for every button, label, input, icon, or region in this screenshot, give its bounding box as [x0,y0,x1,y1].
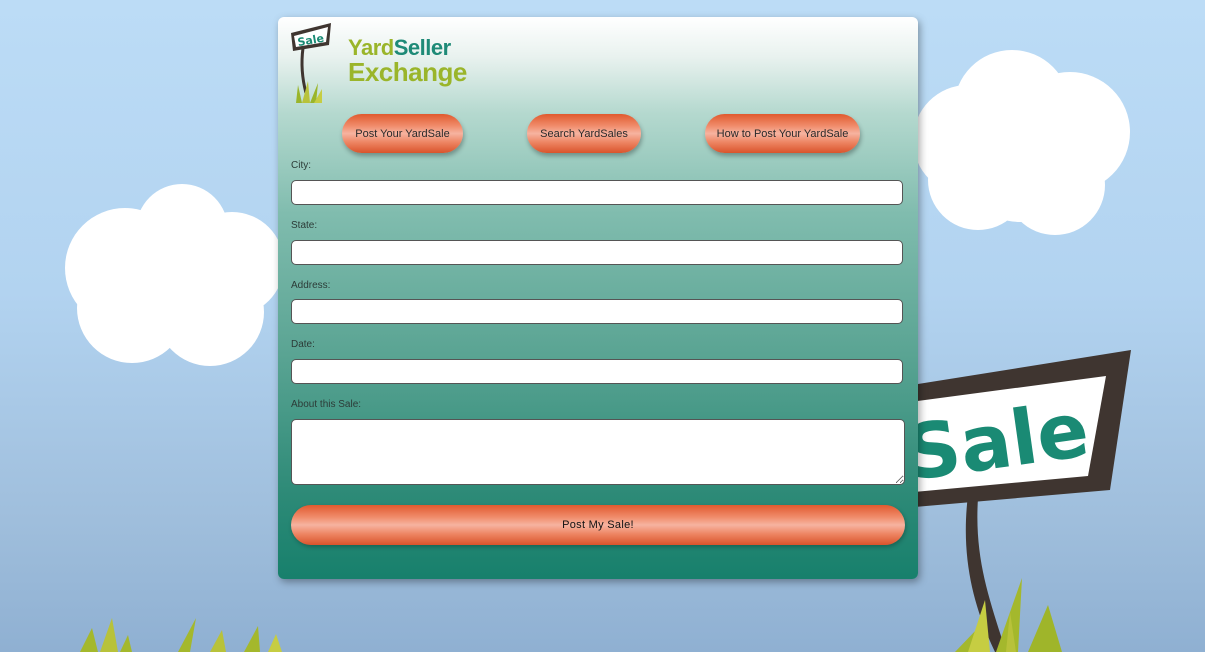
post-my-sale-button[interactable]: Post My Sale! [291,505,905,545]
logo-word-exchange: Exchange [348,57,467,87]
cloud-left [65,184,284,366]
how-to-post-button[interactable]: How to Post Your YardSale [705,114,860,153]
site-logo[interactable]: Sale YardSeller Exchange [288,23,467,103]
state-label: State: [291,220,318,231]
city-input[interactable] [291,180,903,205]
search-yardsales-button[interactable]: Search YardSales [527,114,641,153]
sale-sign-logo-icon: Sale [291,23,331,103]
address-label: Address: [291,280,331,291]
logo-wordmark: YardSeller Exchange [348,35,467,85]
state-input[interactable] [291,240,903,265]
cloud-right [913,50,1130,235]
address-input[interactable] [291,299,903,324]
date-label: Date: [291,339,315,350]
grass [80,578,1062,652]
post-yardsale-button[interactable]: Post Your YardSale [342,114,463,153]
post-sale-panel: Sale YardSeller Exchange Post Your YardS… [278,17,918,579]
about-sale-label: About this Sale: [291,399,362,410]
city-label: City: [291,160,311,171]
date-input[interactable] [291,359,903,384]
about-sale-textarea[interactable] [291,419,905,485]
